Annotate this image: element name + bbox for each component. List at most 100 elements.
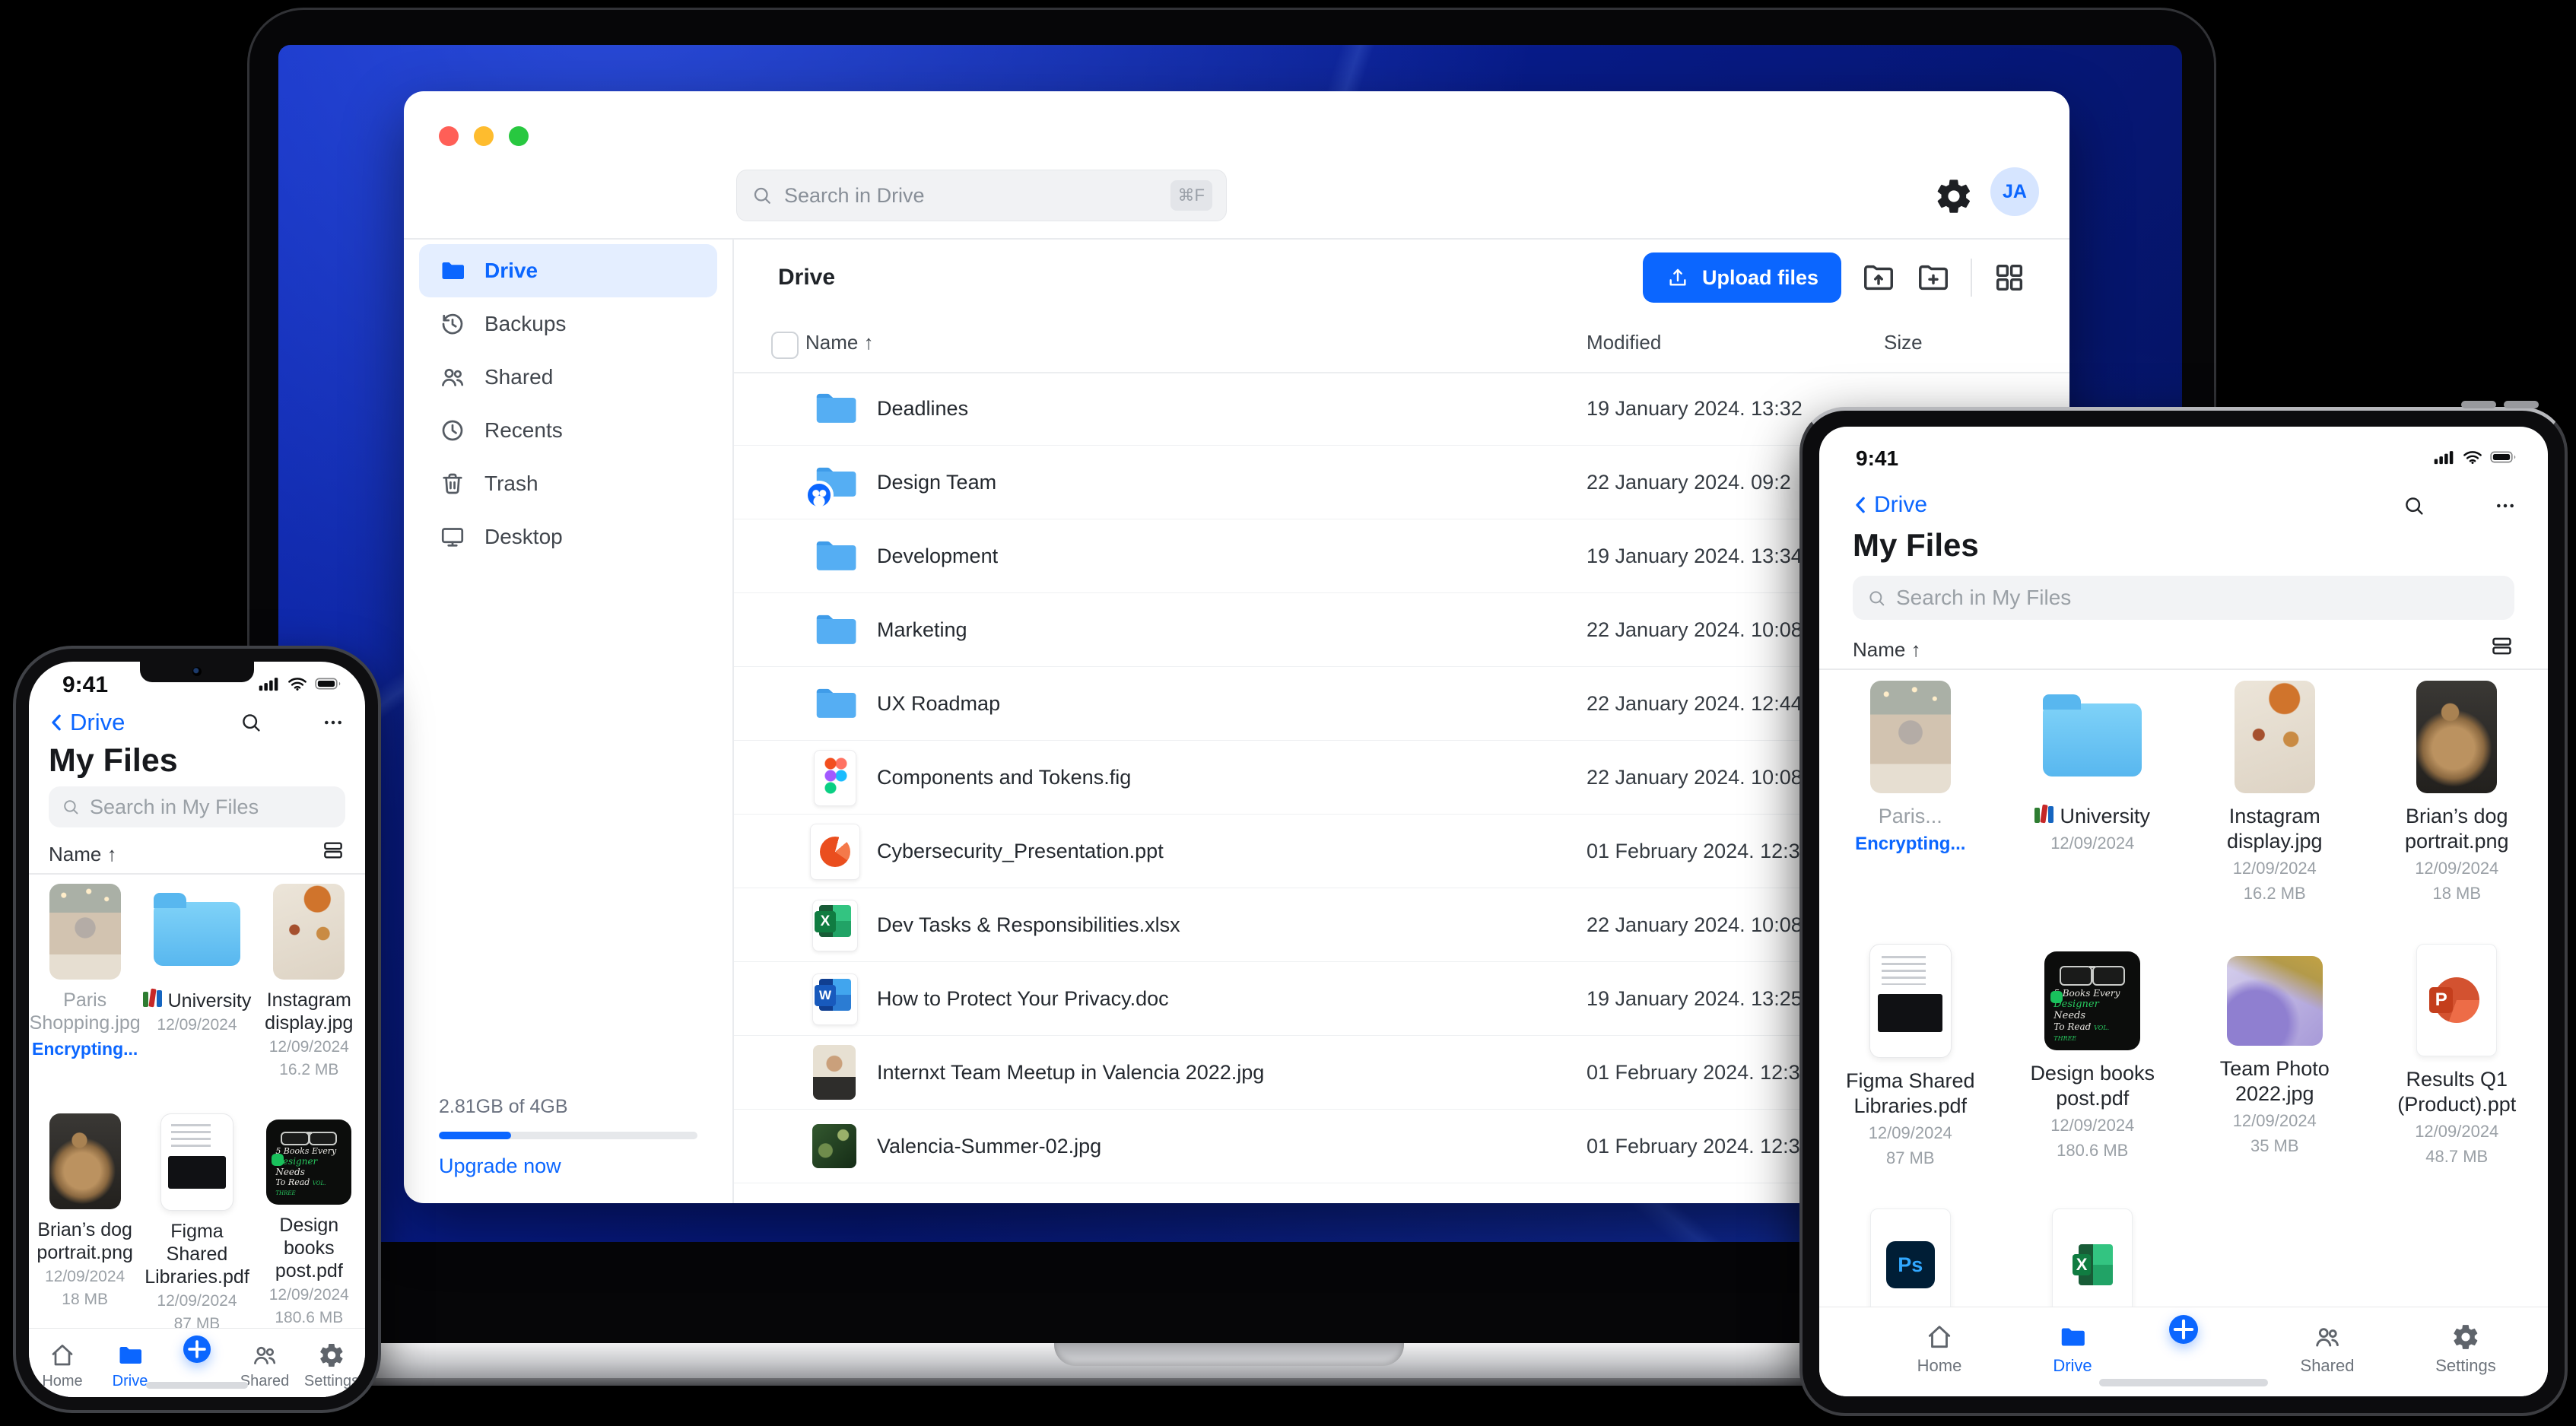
sidebar-item-label: Trash — [484, 472, 538, 495]
more-options-button[interactable] — [321, 710, 345, 735]
photo-portrait-icon — [813, 1045, 856, 1100]
add-button[interactable] — [164, 1332, 230, 1363]
folder-thumbnail — [153, 893, 240, 966]
upload-folder-button[interactable] — [1861, 260, 1896, 295]
sidebar-item-recents[interactable]: Recents — [419, 404, 717, 457]
phone-notch — [140, 662, 254, 682]
sidebar-item-label: Desktop — [484, 525, 563, 548]
search-icon — [751, 184, 773, 207]
back-button[interactable]: Drive — [46, 709, 125, 736]
nav-item-settings[interactable]: Settings — [298, 1338, 365, 1390]
phone-screen: 9:41 Drive My Files Search in My Files N… — [29, 662, 365, 1397]
grid-item-brian-s-dog-portrait-png[interactable]: Brian’s dog portrait.png 12/09/2024 18 M… — [2377, 681, 2536, 904]
search-placeholder: Search in My Files — [90, 795, 259, 818]
avatar[interactable]: JA — [1990, 167, 2039, 216]
plus-icon — [183, 1335, 211, 1363]
home-indicator[interactable] — [2099, 1379, 2268, 1386]
sidebar-item-backups[interactable]: Backups — [419, 297, 717, 351]
home-indicator[interactable] — [146, 1382, 248, 1389]
more-options-button[interactable] — [2493, 494, 2517, 518]
column-name[interactable]: Name ↑ — [805, 331, 874, 354]
storage-progress-bar — [439, 1132, 697, 1139]
grid-item-figma-shared-libraries-pdf[interactable]: Figma Shared Libraries.pdf 12/09/2024 87… — [141, 1113, 253, 1334]
nav-label: Home — [1917, 1356, 1962, 1375]
search-input[interactable]: Search in My Files — [1853, 576, 2514, 620]
nav-item-home[interactable]: Home — [29, 1338, 96, 1390]
grid-view-button[interactable] — [1992, 260, 2027, 295]
grid-item-design-books-post-pdf[interactable]: 5 Books Every Designer Needs To Read VOL. … — [253, 1113, 364, 1334]
file-name: Cybersecurity_Presentation.ppt — [877, 840, 1164, 862]
back-button[interactable]: Drive — [1850, 492, 1927, 518]
minimize-window-button[interactable] — [474, 126, 494, 146]
file-name: Development — [877, 545, 999, 567]
grid-item-partial[interactable] — [2012, 1208, 2172, 1321]
list-view-toggle[interactable] — [321, 838, 345, 862]
grid-item-instagram-display-jpg[interactable]: Instagram display.jpg 12/09/2024 16.2 MB — [253, 884, 364, 1080]
grid-item-results-q1-product-ppt[interactable]: Results Q1 (Product).ppt 12/09/2024 48.7… — [2377, 944, 2536, 1169]
upload-files-label: Upload files — [1701, 265, 1818, 289]
file-modified: 19 January 2024. 13:25 — [1587, 987, 1803, 1010]
sidebar-item-drive[interactable]: Drive — [419, 244, 717, 297]
nav-item-settings[interactable]: Settings — [2424, 1318, 2508, 1376]
settings-gear-button[interactable] — [1934, 176, 1974, 216]
folder-icon — [811, 678, 858, 729]
grid-item-university[interactable]: University 12/09/2024 — [2012, 681, 2172, 904]
sort-control[interactable]: Name ↑ — [1853, 638, 1921, 662]
shared-badge-icon — [805, 481, 834, 510]
grid-item-paris-shopping-jpg[interactable]: Paris Shopping.jpg Encrypting... — [30, 884, 141, 1080]
file-name: Brian’s dog portrait.png — [37, 1219, 133, 1263]
list-view-toggle[interactable] — [2489, 634, 2514, 659]
grid-item-brian-s-dog-portrait-png[interactable]: Brian’s dog portrait.png 12/09/2024 18 M… — [30, 1113, 141, 1334]
file-modified: 22 January 2024. 12:44 — [1587, 692, 1803, 715]
file-name: University — [2034, 804, 2150, 829]
file-name: Marketing — [877, 618, 967, 641]
file-size: 16.2 MB — [2243, 884, 2306, 903]
folder-icon — [116, 1342, 144, 1369]
column-size[interactable]: Size — [1884, 331, 1923, 354]
status-time: 9:41 — [62, 672, 109, 697]
upgrade-link[interactable]: Upgrade now — [439, 1154, 704, 1178]
search-placeholder: Search in Drive — [784, 183, 925, 207]
sidebar-item-trash[interactable]: Trash — [419, 457, 717, 510]
grid-item-design-books-post-pdf[interactable]: 5 Books Every Designer Needs To Read VOL. … — [2012, 944, 2172, 1169]
add-button[interactable] — [2142, 1310, 2225, 1344]
sidebar-item-shared[interactable]: Shared — [419, 351, 717, 404]
file-size: 180.6 MB — [275, 1309, 344, 1326]
sidebar-item-label: Recents — [484, 418, 563, 442]
search-icon-button[interactable] — [2402, 494, 2426, 518]
word-icon — [812, 973, 858, 1025]
status-icons — [259, 674, 342, 694]
grid-item-partial[interactable]: Ps — [1831, 1208, 1990, 1321]
battery-icon — [315, 674, 342, 694]
nav-item-home[interactable]: Home — [1898, 1318, 1981, 1376]
column-modified[interactable]: Modified — [1587, 331, 1661, 354]
sort-control[interactable]: Name ↑ — [49, 843, 117, 866]
nav-item-shared[interactable]: Shared — [2285, 1318, 2369, 1376]
grid-item-figma-shared-libraries-pdf[interactable]: Figma Shared Libraries.pdf 12/09/2024 87… — [1831, 944, 1990, 1169]
upload-files-button[interactable]: Upload files — [1642, 252, 1841, 303]
folder-icon — [811, 383, 858, 434]
file-modified: 22 January 2024. 10:08 — [1587, 618, 1803, 641]
search-input[interactable]: Search in Drive ⌘F — [736, 170, 1227, 221]
nav-label: Shared — [240, 1373, 290, 1389]
grid-item-team-photo-2022-jpg[interactable]: Team Photo 2022.jpg 12/09/2024 35 MB — [2195, 944, 2355, 1169]
status-time: 9:41 — [1856, 446, 1899, 470]
file-date: 12/09/2024 — [2232, 1111, 2317, 1130]
grid-item-university[interactable]: University 12/09/2024 — [141, 884, 253, 1080]
storage-widget: 2.81GB of 4GB Upgrade now — [439, 1096, 704, 1178]
nav-label: Drive — [2053, 1356, 2092, 1375]
file-date: 12/09/2024 — [157, 1016, 237, 1034]
zoom-window-button[interactable] — [509, 126, 529, 146]
search-icon-button[interactable] — [239, 710, 263, 735]
close-window-button[interactable] — [439, 126, 459, 146]
grid-item-paris[interactable]: Paris... Encrypting... — [1831, 681, 1990, 904]
file-grid: Paris... Encrypting... University 12/09/… — [1819, 681, 2548, 1321]
select-all-checkbox[interactable] — [771, 332, 799, 359]
grid-item-instagram-display-jpg[interactable]: Instagram display.jpg 12/09/2024 16.2 MB — [2195, 681, 2355, 904]
search-input[interactable]: Search in My Files — [49, 786, 345, 827]
sidebar-item-desktop[interactable]: Desktop — [419, 510, 717, 564]
photo-leaves-icon — [812, 1124, 856, 1168]
window-controls — [439, 126, 529, 146]
nav-item-drive[interactable]: Drive — [2031, 1318, 2114, 1376]
new-folder-button[interactable] — [1916, 260, 1951, 295]
